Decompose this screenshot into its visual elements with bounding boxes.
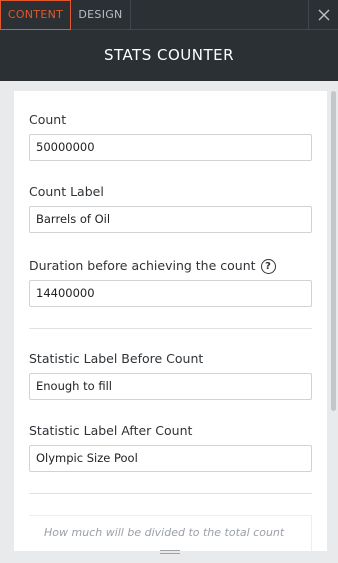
count-field-group: Count 50000000: [29, 111, 312, 161]
close-button[interactable]: [308, 0, 338, 30]
tab-design[interactable]: DESIGN: [71, 0, 131, 30]
label-after-label: Statistic Label After Count: [29, 423, 193, 438]
duration-input[interactable]: 14400000: [29, 280, 312, 307]
grip-icon: [160, 553, 180, 554]
count-input[interactable]: 50000000: [29, 134, 312, 161]
label-before-input[interactable]: Enough to fill: [29, 373, 312, 400]
count-label-input[interactable]: Barrels of Oil: [29, 206, 312, 233]
divider: [29, 493, 312, 494]
settings-area: Count 50000000 Count Label Barrels of Oi…: [0, 81, 338, 563]
count-label: Count: [29, 112, 67, 127]
count-label-field-group: Count Label Barrels of Oil: [29, 183, 312, 233]
duration-label-text: Duration before achieving the count: [29, 258, 256, 273]
duration-label: Duration before achieving the count?: [29, 257, 312, 275]
grip-icon: [160, 550, 180, 551]
resize-handle[interactable]: [0, 543, 338, 563]
help-icon[interactable]: ?: [260, 259, 276, 274]
panel-title: STATS COUNTER: [0, 30, 338, 81]
count-label-label: Count Label: [29, 184, 104, 199]
duration-field-group: Duration before achieving the count? 144…: [29, 257, 312, 307]
divider: [29, 328, 312, 329]
settings-panel: Count 50000000 Count Label Barrels of Oi…: [14, 91, 327, 551]
label-before-label: Statistic Label Before Count: [29, 351, 204, 366]
tab-bar: CONTENT DESIGN: [0, 0, 338, 30]
scrollbar[interactable]: [331, 91, 336, 411]
close-icon: [318, 9, 330, 21]
label-before-field-group: Statistic Label Before Count Enough to f…: [29, 350, 312, 400]
label-after-field-group: Statistic Label After Count Olympic Size…: [29, 422, 312, 472]
label-after-input[interactable]: Olympic Size Pool: [29, 445, 312, 472]
tab-content[interactable]: CONTENT: [0, 0, 71, 30]
